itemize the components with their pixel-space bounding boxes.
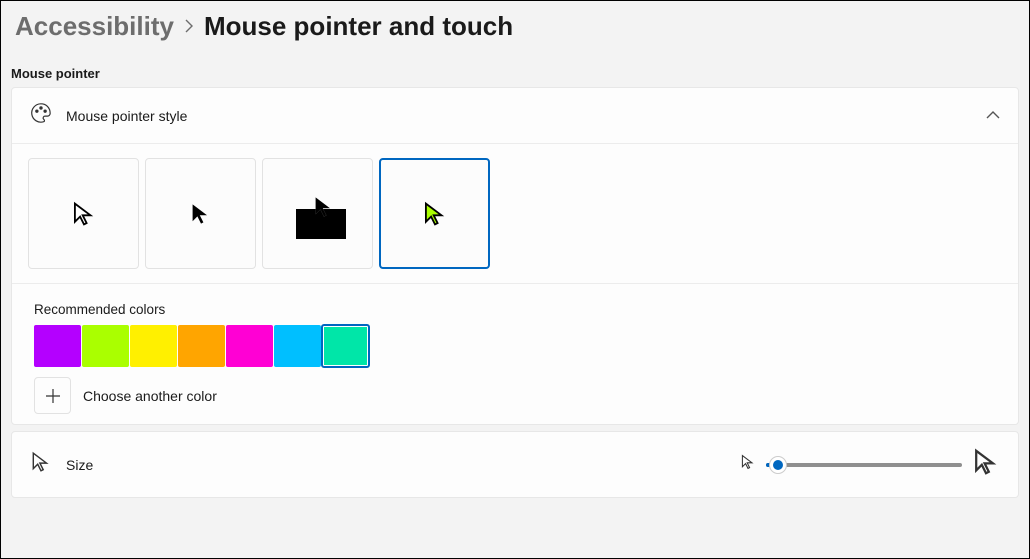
slider-thumb[interactable]: [769, 456, 787, 474]
pointer-style-inverted[interactable]: [262, 158, 373, 269]
color-swatch-2[interactable]: [130, 325, 177, 367]
pointer-style-custom[interactable]: [379, 158, 490, 269]
page-title: Mouse pointer and touch: [204, 11, 513, 42]
pointer-style-black[interactable]: [145, 158, 256, 269]
color-swatch-1[interactable]: [82, 325, 129, 367]
recommended-colors-label: Recommended colors: [34, 302, 996, 317]
color-swatch-3[interactable]: [178, 325, 225, 367]
cursor-max-icon: [972, 448, 1000, 481]
size-label: Size: [66, 457, 726, 473]
choose-another-color[interactable]: Choose another color: [34, 377, 217, 414]
cursor-min-icon: [740, 454, 756, 475]
choose-color-label: Choose another color: [83, 388, 217, 404]
card-title: Mouse pointer style: [66, 108, 972, 124]
breadcrumb-parent[interactable]: Accessibility: [15, 11, 174, 42]
palette-icon: [30, 102, 52, 129]
color-swatch-5[interactable]: [274, 325, 321, 367]
size-slider[interactable]: [766, 463, 962, 467]
section-label-mouse-pointer: Mouse pointer: [1, 48, 1029, 87]
color-swatch-4[interactable]: [226, 325, 273, 367]
cursor-small-icon: [30, 451, 52, 478]
card-size: Size: [11, 431, 1019, 498]
color-swatch-6[interactable]: [322, 325, 369, 367]
breadcrumb: Accessibility Mouse pointer and touch: [15, 11, 1015, 42]
recommended-colors-section: Recommended colors Choose another color: [12, 284, 1018, 424]
pointer-style-options: [12, 144, 1018, 284]
color-swatch-row: [34, 325, 996, 367]
chevron-right-icon: [184, 16, 194, 38]
card-mouse-pointer-style: Mouse pointer style: [11, 87, 1019, 425]
chevron-up-icon: [986, 107, 1000, 125]
card-header-pointer-style[interactable]: Mouse pointer style: [12, 88, 1018, 144]
pointer-style-white[interactable]: [28, 158, 139, 269]
plus-icon: [34, 377, 71, 414]
size-slider-group: [740, 448, 1000, 481]
color-swatch-0[interactable]: [34, 325, 81, 367]
